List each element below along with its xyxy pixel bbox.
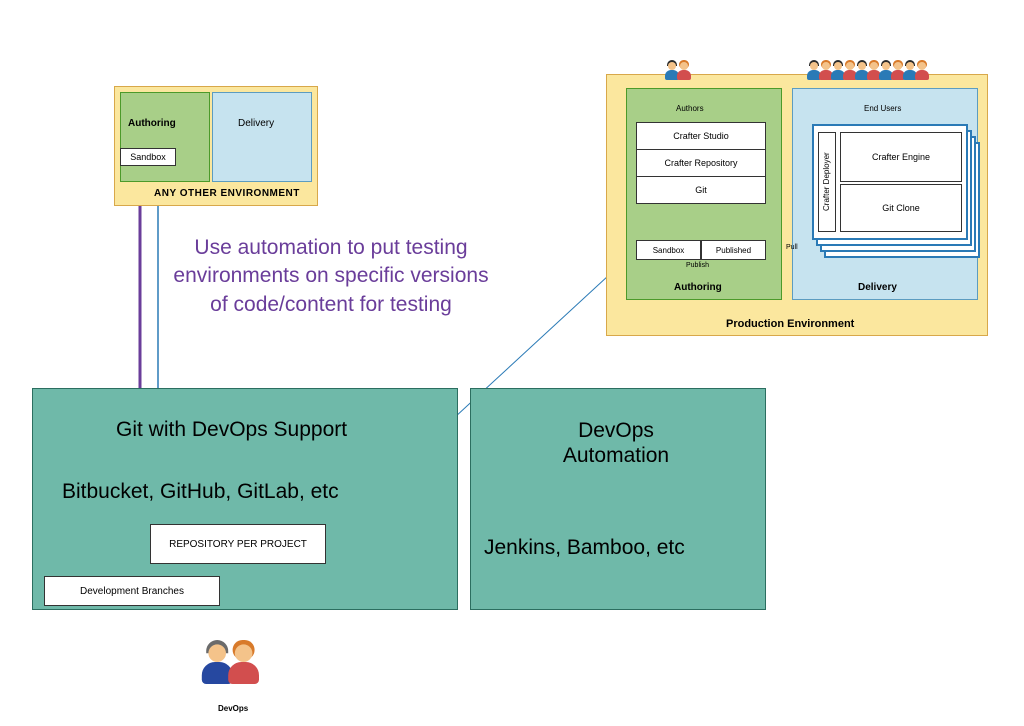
anyenv-footer: ANY OTHER ENVIRONMENT	[154, 188, 300, 199]
crafter-engine-cell: Crafter Engine	[840, 132, 962, 182]
anyenv-authoring	[120, 92, 210, 182]
end-users-label: End Users	[864, 104, 901, 113]
anyenv-delivery	[212, 92, 312, 182]
devops-automation-title: DevOps Automation	[536, 418, 696, 468]
crafter-git-cell: Git	[637, 177, 765, 203]
delivery-pane-1: Crafter Deployer Crafter Engine Git Clon…	[812, 124, 968, 240]
git-devops-subtitle: Bitbucket, GitHub, GitLab, etc	[62, 480, 339, 504]
prod-authoring-label: Authoring	[674, 282, 722, 293]
crafter-deployer-cell: Crafter Deployer	[818, 132, 836, 232]
repo-per-project-box: REPOSITORY PER PROJECT	[150, 524, 326, 564]
git-devops-title: Git with DevOps Support	[116, 418, 347, 442]
devops-automation-subtitle: Jenkins, Bamboo, etc	[484, 536, 685, 560]
git-clone-cell: Git Clone	[840, 184, 962, 232]
anyenv-authoring-label: Authoring	[128, 118, 176, 129]
anyenv-sandbox-box: Sandbox	[120, 148, 176, 166]
prod-delivery-label: Delivery	[858, 282, 897, 293]
delivery-stacked-panes: Crafter Deployer Crafter Engine Git Clon…	[812, 124, 972, 248]
devops-people-icon	[204, 640, 257, 688]
anyenv-delivery-label: Delivery	[238, 118, 274, 129]
publish-arrow-label: Publish	[686, 262, 709, 269]
crafter-authoring-stack: Crafter Studio Crafter Repository Git	[636, 122, 766, 204]
central-annotation: Use automation to put testing environmen…	[166, 234, 496, 319]
end-users-icon	[808, 60, 928, 82]
development-branches-box: Development Branches	[44, 576, 220, 606]
sandbox-published-row: Sandbox Published	[636, 240, 766, 260]
prod-published-cell: Published	[701, 240, 766, 260]
authors-label: Authors	[676, 104, 704, 113]
prod-env-footer: Production Environment	[726, 318, 854, 330]
authors-icon	[666, 60, 690, 82]
prod-sandbox-cell: Sandbox	[636, 240, 701, 260]
devops-people-label: DevOps	[218, 704, 248, 713]
crafter-repository-cell: Crafter Repository	[637, 150, 765, 177]
pull-arrow-label: Pull	[786, 244, 798, 251]
crafter-studio-cell: Crafter Studio	[637, 123, 765, 150]
